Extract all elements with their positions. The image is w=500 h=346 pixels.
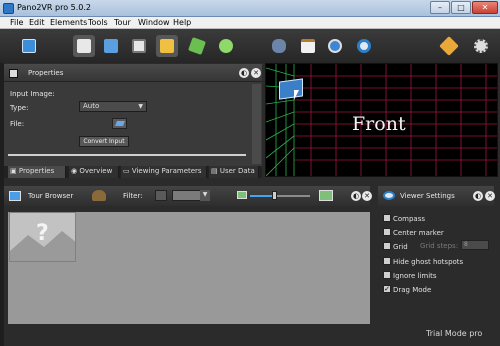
settings-close-button[interactable]: ✕ <box>485 191 495 201</box>
patches-icon[interactable] <box>128 35 150 57</box>
type-select-value: Auto <box>83 102 100 110</box>
reel-icon[interactable] <box>470 35 492 57</box>
chevron-down-icon: ▼ <box>138 103 143 110</box>
properties-scrollbar[interactable] <box>252 84 261 164</box>
file-browse-button[interactable] <box>112 118 127 129</box>
tour-browser-title: Tour Browser <box>28 192 74 200</box>
type-select[interactable]: Auto ▼ <box>79 101 147 112</box>
menu-window[interactable]: Window <box>138 18 170 28</box>
clipboard-icon[interactable] <box>297 35 319 57</box>
properties-title: Properties <box>28 69 64 77</box>
pencil-icon[interactable] <box>155 190 167 201</box>
gear-panorama-icon[interactable] <box>324 35 346 57</box>
minimize-button[interactable]: – <box>430 1 450 14</box>
browser-float-button[interactable]: ◐ <box>351 191 361 201</box>
person-icon[interactable] <box>92 190 106 201</box>
tour-browser-icon <box>9 191 21 201</box>
viewer-face-label: Front <box>352 113 406 135</box>
tab-user-data[interactable]: ▤ User Data <box>209 166 259 178</box>
grid-steps-label: Grid steps: <box>420 242 459 250</box>
thumb-large-icon[interactable] <box>319 190 333 201</box>
viewer-icon[interactable] <box>100 35 122 57</box>
hide-ghost-hotspots-label: Hide ghost hotspots <box>393 258 464 266</box>
missing-thumbnail-icon: ? <box>36 221 49 246</box>
close-button[interactable]: ✕ <box>472 1 498 14</box>
tiles-icon[interactable] <box>73 35 95 57</box>
tab-overview-label: Overview <box>79 167 113 175</box>
menu-tour[interactable]: Tour <box>114 18 131 28</box>
tab-viewing-parameters-label: Viewing Parameters <box>131 167 202 175</box>
center-marker-checkbox[interactable] <box>383 228 391 236</box>
menu-file[interactable]: File <box>10 18 23 28</box>
tab-viewing-parameters[interactable]: ▭ Viewing Parameters <box>121 166 207 178</box>
slider-handle[interactable] <box>272 191 277 200</box>
star-icon[interactable] <box>438 35 460 57</box>
binoculars-icon[interactable] <box>268 35 290 57</box>
tab-properties-label: Properties <box>18 167 55 175</box>
properties-tab-icon: ▣ <box>10 167 19 175</box>
compass-checkbox[interactable] <box>383 214 391 222</box>
hide-ghost-hotspots-checkbox[interactable] <box>383 257 391 265</box>
tab-user-data-label: User Data <box>219 167 255 175</box>
panel-float-button[interactable]: ◐ <box>239 68 249 78</box>
tab-properties[interactable]: ▣ Properties <box>8 166 66 178</box>
map-icon[interactable] <box>186 35 208 57</box>
file-label: File: <box>10 120 25 128</box>
menu-elements[interactable]: Elements <box>50 18 87 28</box>
drag-mode-checkbox[interactable]: ✓ <box>383 285 391 293</box>
panel-close-button[interactable]: ✕ <box>251 68 261 78</box>
menu-tools[interactable]: Tools <box>88 18 108 28</box>
browser-close-button[interactable]: ✕ <box>362 191 372 201</box>
thumb-small-icon[interactable] <box>237 191 247 199</box>
drag-mode-label: Drag Mode <box>393 286 432 294</box>
convert-input-button[interactable]: Convert Input <box>79 136 129 147</box>
panorama-file-icon <box>115 121 125 126</box>
grid-checkbox[interactable] <box>383 242 391 250</box>
eye-icon[interactable] <box>353 35 375 57</box>
settings-float-button[interactable]: ◐ <box>473 191 483 201</box>
eye-icon <box>383 191 395 200</box>
viewing-params-tab-icon: ▭ <box>123 167 132 175</box>
viewer-settings-title: Viewer Settings <box>400 192 455 200</box>
grid-steps-input[interactable]: 8 <box>461 240 489 250</box>
trial-mode-status: Trial Mode pro <box>426 329 483 338</box>
type-label: Type: <box>10 104 29 112</box>
user-data-icon[interactable] <box>215 35 237 57</box>
filter-label: Filter: <box>123 192 143 200</box>
menu-edit[interactable]: Edit <box>29 18 45 28</box>
properties-divider <box>8 154 246 156</box>
cursor-icon <box>294 90 304 100</box>
tab-overview[interactable]: ◉ Overview <box>69 166 119 178</box>
properties-icon <box>9 69 18 78</box>
ignore-limits-checkbox[interactable] <box>383 271 391 279</box>
ignore-limits-label: Ignore limits <box>393 272 437 280</box>
grid-label: Grid <box>393 243 408 251</box>
user-data-tab-icon: ▤ <box>211 167 220 175</box>
menu-help[interactable]: Help <box>173 18 191 28</box>
center-marker-label: Center marker <box>393 229 444 237</box>
tour-map-icon[interactable] <box>156 35 178 57</box>
input-image-icon[interactable] <box>18 35 40 57</box>
maximize-button[interactable]: □ <box>451 1 471 14</box>
compass-label: Compass <box>393 215 426 223</box>
app-icon <box>3 3 14 14</box>
window-title: Pano2VR pro 5.0.2 <box>17 3 91 12</box>
chevron-down-icon[interactable]: ▼ <box>200 190 210 201</box>
input-image-section-label: Input Image: <box>10 90 55 98</box>
